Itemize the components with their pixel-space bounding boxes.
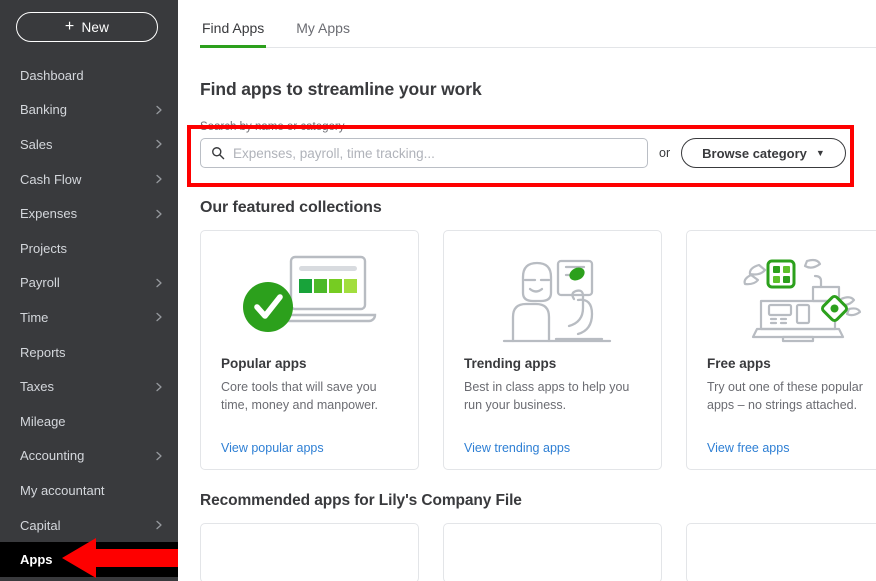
featured-card-description: Best in class apps to help you run your … [464,380,630,413]
register-gifts-icon [707,245,876,349]
recommended-card[interactable] [686,523,876,581]
browse-category-button[interactable]: Browse category ▼ [681,138,846,168]
sidebar-item-label: Cash Flow [20,171,82,187]
chevron-right-icon [154,451,164,461]
sidebar-item-capital[interactable]: Capital [0,508,178,543]
featured-card-title: Popular apps [221,356,307,371]
sidebar-item-label: Mileage [20,413,66,429]
search-input[interactable] [233,145,637,161]
sidebar-item-accounting[interactable]: Accounting [0,439,178,474]
sidebar-item-projects[interactable]: Projects [0,231,178,266]
sidebar-item-label: Accounting [20,448,85,464]
new-button-container: + New [0,0,178,52]
new-button[interactable]: + New [16,12,158,42]
chevron-right-icon [154,174,164,184]
browse-category-label: Browse category [702,145,807,161]
featured-card-description: Core tools that will save you time, mone… [221,380,379,413]
featured-cards: Popular apps Core tools that will save yo… [200,230,876,470]
sidebar-item-label: Capital [20,517,61,533]
search-input-wrapper[interactable] [200,138,648,168]
laptop-check-icon [221,245,398,349]
featured-card-title: Trending apps [464,356,557,371]
search-icon [211,146,225,160]
sidebar-item-apps[interactable]: Apps [0,542,178,577]
recommended-apps-heading: Recommended apps for Lily's Company File [200,492,522,509]
sidebar-item-time[interactable]: Time [0,300,178,335]
sidebar-item-expenses[interactable]: Expenses [0,196,178,231]
chevron-right-icon [154,520,164,530]
search-section: Search by name or category or Browse cat… [200,116,876,177]
sidebar-item-label: Time [20,309,49,325]
search-label: Search by name or category [200,121,345,133]
recommended-card[interactable] [443,523,662,581]
sidebar-item-my-accountant[interactable]: My accountant [0,473,178,508]
person-chart-icon [464,245,641,349]
sidebar-item-sales[interactable]: Sales [0,127,178,162]
sidebar-item-label: Dashboard [20,67,84,83]
featured-card-title: Free apps [707,356,771,371]
recommended-cards [200,523,876,581]
featured-collections-heading: Our featured collections [200,199,382,216]
sidebar-item-label: Expenses [20,206,78,222]
sidebar-item-label: Taxes [20,379,54,395]
sidebar-item-dashboard[interactable]: Dashboard [0,58,178,93]
search-row: or Browse category ▼ [200,138,876,168]
sidebar: + New Dashboard Banking Sales Cash Flow Expe… [0,0,178,581]
sidebar-item-cash-flow[interactable]: Cash Flow [0,162,178,197]
page-title: Find apps to streamline your work [200,79,482,99]
chevron-right-icon [154,278,164,288]
sidebar-item-mileage[interactable]: Mileage [0,404,178,439]
sidebar-item-banking[interactable]: Banking [0,93,178,128]
sidebar-item-reports[interactable]: Reports [0,335,178,370]
chevron-down-icon: ▼ [815,147,825,158]
featured-card[interactable]: Trending apps Best in class apps to help … [443,230,662,470]
tab-find-apps[interactable]: Find Apps [200,20,267,48]
sidebar-item-taxes[interactable]: Taxes [0,369,178,404]
chevron-right-icon [154,382,164,392]
chevron-right-icon [154,139,164,149]
featured-card-link[interactable]: View free apps [707,441,876,455]
sidebar-item-label: My accountant [20,482,105,498]
app-root: + New Dashboard Banking Sales Cash Flow Expe… [0,0,876,581]
tab-bar: Find Apps My Apps [200,0,876,48]
recommended-card[interactable] [200,523,419,581]
sidebar-item-label: Reports [20,344,66,360]
sidebar-item-label: Sales [20,136,53,152]
plus-icon: + [64,18,75,35]
chevron-right-icon [154,209,164,219]
tab-my-apps[interactable]: My Apps [294,20,352,48]
sidebar-item-label: Banking [20,102,67,118]
sidebar-item-payroll[interactable]: Payroll [0,266,178,301]
featured-card[interactable]: Free apps Try out one of these popular ap… [686,230,876,470]
featured-card-link[interactable]: View popular apps [221,441,398,455]
sidebar-item-label: Payroll [20,275,60,291]
chevron-right-icon [154,312,164,322]
new-button-label: New [81,19,110,35]
sidebar-item-label: Apps [20,552,53,568]
chevron-right-icon [154,105,164,115]
or-separator-label: or [659,146,671,160]
featured-card-description: Try out one of these popular apps – no s… [707,380,863,413]
main-content: Find Apps My Apps Find apps to streamline… [178,0,876,581]
featured-card[interactable]: Popular apps Core tools that will save yo… [200,230,419,470]
featured-card-link[interactable]: View trending apps [464,441,641,455]
sidebar-item-label: Projects [20,240,67,256]
sidebar-nav: Dashboard Banking Sales Cash Flow Expenses Pr… [0,58,178,577]
